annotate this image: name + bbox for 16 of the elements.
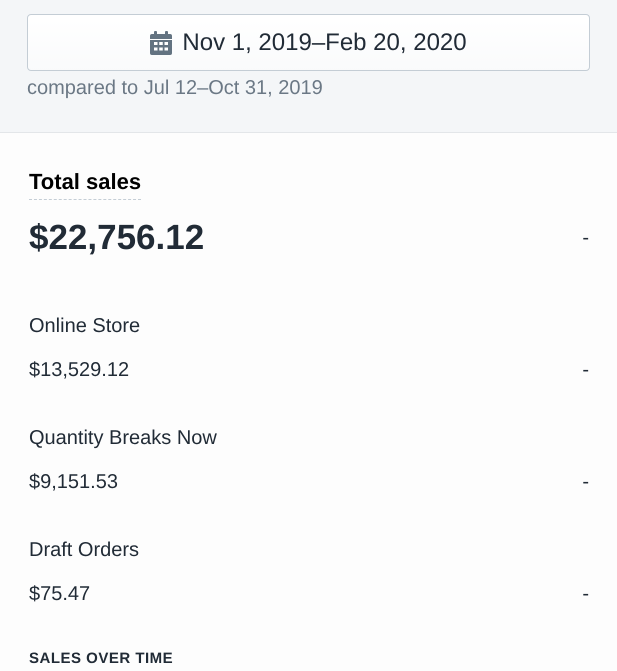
change-value: -	[582, 226, 590, 250]
channel-name: Online Store	[29, 314, 140, 338]
channel-name: Draft Orders	[29, 538, 140, 562]
comparison-period-text: compared to Jul 12–Oct 31, 2019	[27, 76, 323, 100]
channel-sales-value: $9,151.53	[29, 470, 118, 494]
channel-name: Quantity Breaks Now	[29, 426, 217, 450]
calendar-icon	[150, 30, 172, 54]
change-value: -	[582, 470, 590, 494]
total-sales-value: $22,756.12	[29, 218, 204, 258]
channel-sales-value: $75.47	[29, 582, 90, 606]
section-heading: SALES OVER TIME	[29, 650, 174, 667]
change-value: -	[582, 358, 590, 382]
total-sales-title[interactable]: Total sales	[29, 169, 142, 200]
change-value: -	[582, 582, 590, 606]
date-range-button[interactable]: Nov 1, 2019–Feb 20, 2020	[27, 14, 590, 71]
channel-sales-value: $13,529.12	[29, 358, 130, 382]
